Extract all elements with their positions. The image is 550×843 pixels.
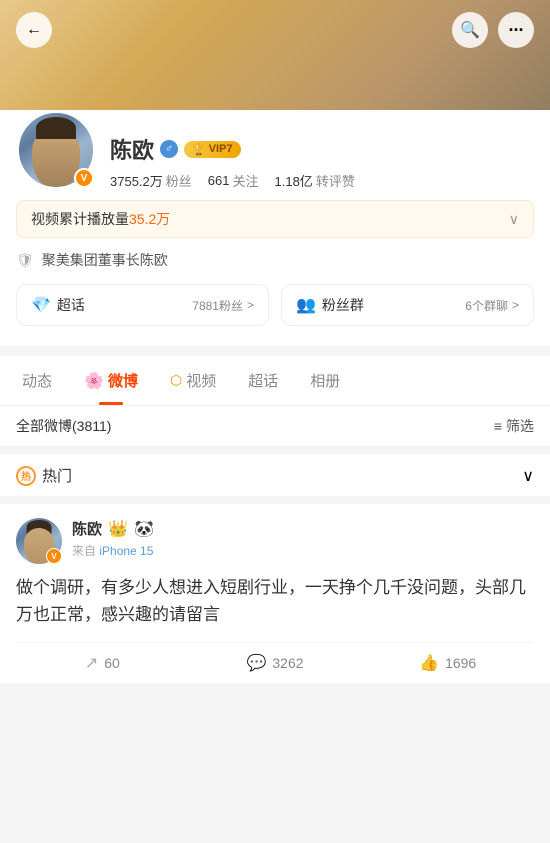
post-source-device[interactable]: iPhone 15: [99, 544, 153, 558]
post-card: V 陈欧 👑 🐼 来自 iPhone 15 做个调研，有多少人想进入短剧行业，一…: [0, 504, 550, 683]
tab-dongtai-label: 动态: [22, 370, 52, 391]
repost-action[interactable]: ↗ 60: [16, 653, 189, 673]
hot-tag-row[interactable]: 热 热门 ∨: [0, 455, 550, 496]
weibo-icon: 🌸: [84, 371, 104, 391]
nav-bar: ← 🔍 ···: [0, 0, 550, 60]
nav-left: ←: [16, 12, 52, 48]
stats-row: 3755.2万 粉丝 661 关注 1.18亿 转评赞: [110, 171, 534, 190]
tab-weibo-label: 微博: [108, 370, 138, 391]
followers-stat: 3755.2万 粉丝: [110, 171, 192, 190]
post-name-row: 陈欧 👑 🐼: [72, 518, 534, 539]
fan-group-card[interactable]: 👥 粉丝群 6个群聊 >: [281, 284, 534, 326]
tab-dongtai[interactable]: 动态: [6, 356, 68, 405]
shield-icon: 🛡: [16, 252, 34, 269]
bio-row: 🛡 聚美集团董事长陈欧: [16, 250, 534, 270]
tab-album[interactable]: 相册: [294, 356, 356, 405]
chevron-down-icon: ∨: [509, 211, 519, 228]
hot-tag-left: 热 热门: [16, 465, 72, 486]
like-count: 1696: [445, 655, 476, 671]
post-meta: 陈欧 👑 🐼 来自 iPhone 15: [72, 518, 534, 559]
interactions-stat: 1.18亿 转评赞: [275, 171, 355, 190]
super-topic-left: 💎 超话: [31, 295, 85, 315]
more-button[interactable]: ···: [498, 12, 534, 48]
hot-label: 热门: [42, 465, 72, 486]
hot-chevron-icon: ∨: [522, 466, 534, 486]
vip-badge: 🏆 VIP7: [184, 141, 241, 158]
tab-supertopic-label: 超话: [248, 370, 278, 391]
super-topic-icon: 💎: [31, 295, 51, 315]
more-icon: ···: [509, 20, 524, 41]
fan-group-chevron: >: [512, 298, 519, 312]
comment-icon: 💬: [246, 653, 266, 673]
verified-badge: V: [74, 168, 94, 188]
avatar-wrap: V: [16, 110, 96, 190]
bio-text: 聚美集团董事长陈欧: [42, 250, 168, 270]
crown-icon: 👑: [108, 519, 128, 539]
filter-icon: ≡: [494, 418, 502, 434]
tab-weibo[interactable]: 🌸 微博: [68, 356, 154, 405]
post-source: 来自 iPhone 15: [72, 542, 534, 559]
name-row: 陈欧 ♂ 🏆 VIP7: [110, 133, 534, 165]
post-author-name: 陈欧: [72, 518, 102, 539]
super-topic-chevron: >: [247, 298, 254, 312]
post-avatar-wrap[interactable]: V: [16, 518, 62, 564]
filter-bar: 全部微博(3811) ≡ 筛选: [0, 406, 550, 447]
vip-icon: 🏆: [192, 143, 206, 156]
super-topic-right: 7881粉丝 >: [192, 297, 254, 314]
fan-group-left: 👥 粉丝群: [296, 295, 364, 315]
gender-icon: ♂: [160, 140, 178, 158]
hot-icon: 热: [16, 466, 36, 486]
following-stat: 661 关注: [208, 171, 259, 190]
post-verified-badge: V: [46, 548, 62, 564]
comment-count: 3262: [272, 655, 303, 671]
avatar-row: V 陈欧 ♂ 🏆 VIP7 3755.2万 粉丝 66: [16, 110, 534, 190]
video-views-banner[interactable]: 视频累计播放量35.2万 ∨: [16, 200, 534, 238]
super-topic-label: 超话: [57, 295, 85, 315]
fan-group-icon: 👥: [296, 295, 316, 315]
profile-info: 陈欧 ♂ 🏆 VIP7 3755.2万 粉丝 661 关注: [110, 133, 534, 190]
like-icon: 👍: [419, 653, 439, 673]
tab-video[interactable]: ⬡ 视频: [154, 356, 232, 405]
tab-album-label: 相册: [310, 370, 340, 391]
profile-section: V 陈欧 ♂ 🏆 VIP7 3755.2万 粉丝 66: [0, 110, 550, 346]
comment-action[interactable]: 💬 3262: [189, 653, 362, 673]
back-button[interactable]: ←: [16, 12, 52, 48]
search-icon: 🔍: [460, 20, 480, 40]
back-icon: ←: [26, 21, 42, 39]
repost-count: 60: [104, 655, 120, 671]
tab-video-label: 视频: [186, 370, 216, 391]
features-row: 💎 超话 7881粉丝 > 👥 粉丝群 6个群聊 >: [16, 284, 534, 326]
fan-group-right: 6个群聊 >: [465, 297, 519, 314]
profile-name: 陈欧: [110, 133, 154, 165]
panda-icon: 🐼: [134, 519, 154, 539]
content-area: 全部微博(3811) ≡ 筛选 热 热门 ∨ V: [0, 406, 550, 683]
video-views-text: 视频累计播放量35.2万: [31, 209, 170, 229]
tab-supertopic[interactable]: 超话: [232, 356, 294, 405]
tabs-bar: 动态 🌸 微博 ⬡ 视频 超话 相册: [0, 356, 550, 406]
repost-icon: ↗: [85, 653, 98, 673]
post-header: V 陈欧 👑 🐼 来自 iPhone 15: [16, 518, 534, 564]
total-posts-label: 全部微博(3811): [16, 416, 111, 436]
search-button[interactable]: 🔍: [452, 12, 488, 48]
filter-button[interactable]: ≡ 筛选: [494, 416, 534, 436]
nav-right: 🔍 ···: [452, 12, 534, 48]
like-action[interactable]: 👍 1696: [361, 653, 534, 673]
post-content: 做个调研，有多少人想进入短剧行业，一天挣个几千没问题，头部几万也正常，感兴趣的请…: [16, 574, 534, 628]
video-tab-icon: ⬡: [170, 372, 182, 389]
post-actions: ↗ 60 💬 3262 👍 1696: [16, 642, 534, 683]
super-topic-card[interactable]: 💎 超话 7881粉丝 >: [16, 284, 269, 326]
fan-group-label: 粉丝群: [322, 295, 364, 315]
